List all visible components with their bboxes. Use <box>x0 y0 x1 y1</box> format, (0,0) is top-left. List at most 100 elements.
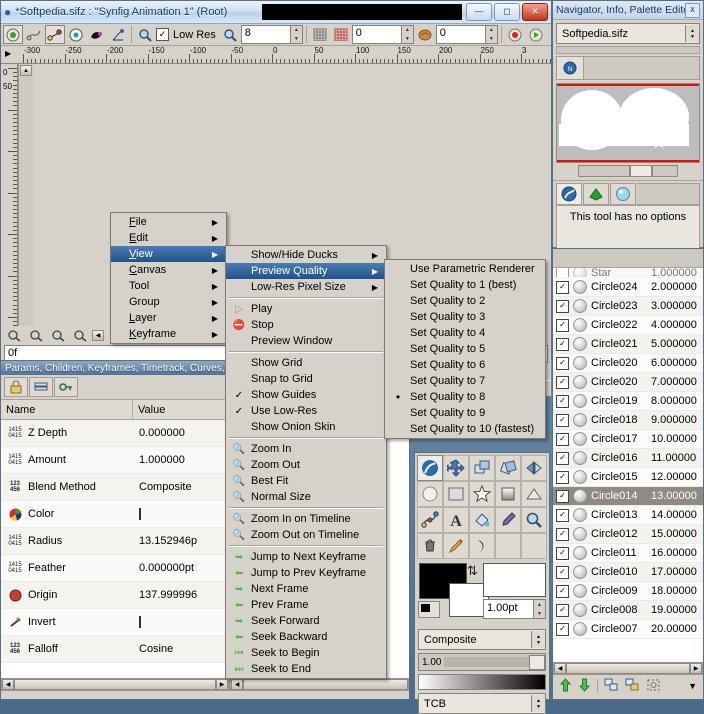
params-column-headers[interactable]: Name Value <box>1 400 229 420</box>
menu-item[interactable]: ➡ Seek Backward <box>226 629 386 645</box>
layer-row[interactable]: ✓ Circle021 5.000000 <box>553 335 703 354</box>
toggle-grid-icon[interactable] <box>108 25 128 44</box>
gradient-icon[interactable] <box>583 183 609 205</box>
menu-item[interactable]: ➡ Jump to Prev Keyframe <box>226 565 386 581</box>
onion-value-spinner[interactable]: 0 ▲ ▼ <box>435 25 498 44</box>
layer-visibility-checkbox[interactable]: ✓ <box>556 565 569 579</box>
layer-visibility-checkbox[interactable]: ✓ <box>556 299 569 313</box>
menu-item[interactable]: Tool ▶ <box>111 278 226 294</box>
ruler-corner-arrow-icon[interactable]: ▶ <box>5 49 11 58</box>
menu-item[interactable]: 🔍 Zoom Out on Timeline <box>226 527 386 543</box>
layer-visibility-checkbox[interactable]: ✓ <box>556 280 569 294</box>
opacity-slider[interactable]: 1.00 <box>418 653 546 671</box>
window-controls[interactable]: — ◻ ✕ <box>466 3 548 21</box>
param-name-cell[interactable]: 1415 0415 Feather <box>1 561 133 575</box>
navigator-thumbnail[interactable] <box>556 83 700 163</box>
layer-row[interactable]: ✓ Circle009 18.00000 <box>553 582 703 601</box>
text-tool-icon[interactable]: A <box>443 507 469 533</box>
menu-item[interactable]: Edit ▶ <box>111 230 226 246</box>
menu-item[interactable]: ▷ Play <box>226 301 386 317</box>
layer-visibility-checkbox[interactable]: ✓ <box>556 584 569 598</box>
gradient-preview[interactable] <box>418 674 546 690</box>
brush-size-arrows[interactable]: ▲ ▼ <box>533 600 545 618</box>
preview-icon[interactable] <box>24 25 44 44</box>
navigator-scroll-thumb[interactable] <box>630 165 652 177</box>
menu-item[interactable]: Set Quality to 1 (best) <box>385 277 545 293</box>
layer-row[interactable]: ✓ Circle014 13.00000 <box>553 487 703 506</box>
submenu-view[interactable]: Show/Hide Ducks ▶ Preview Quality ▶ Low-Res … <box>225 245 387 679</box>
menu-item[interactable]: 🔍 Normal Size <box>226 489 386 505</box>
param-value-cell[interactable]: Cosine <box>133 643 229 655</box>
param-name-cell[interactable]: 1415 0415 Radius <box>1 534 133 548</box>
param-row[interactable]: Origin 137.999996 <box>1 582 229 609</box>
layer-visibility-checkbox[interactable]: ✓ <box>556 356 569 370</box>
param-name-cell[interactable]: Color <box>1 507 133 521</box>
group-layer-icon[interactable] <box>604 678 619 695</box>
param-value[interactable]: 13.152946p <box>139 535 197 547</box>
blend-method-arrows[interactable]: ▲ ▼ <box>531 631 545 648</box>
menu-item[interactable]: Set Quality to 5 <box>385 341 545 357</box>
menu-item[interactable]: ✓ Use Low-Res <box>226 403 386 419</box>
canvas-titlebar[interactable]: ● *Softpedia.sifz : "Synfig Animation 1"… <box>1 1 551 24</box>
interpolation-select[interactable]: TCB ▲ ▼ <box>418 693 546 714</box>
toggle-background-icon[interactable] <box>87 25 107 44</box>
grid-value-spinner[interactable]: 0 ▲ ▼ <box>351 25 414 44</box>
zoom-bar-scroll-left[interactable]: ◀ <box>92 329 104 341</box>
layer-visibility-checkbox[interactable]: ✓ <box>556 470 569 484</box>
menu-item[interactable]: File ▶ <box>111 214 226 230</box>
layer-row[interactable]: ✓ Circle013 14.00000 <box>553 506 703 525</box>
layer-visibility-checkbox[interactable]: ✓ <box>556 413 569 427</box>
zoom-in-icon[interactable] <box>4 325 24 345</box>
param-value-cell[interactable]: 0.000000 <box>133 427 229 439</box>
param-row[interactable]: Invert <box>1 609 229 636</box>
menu-item[interactable]: ➡ Jump to Next Keyframe <box>226 549 386 565</box>
duplicate-layer-icon[interactable] <box>625 678 640 695</box>
layer-visibility-checkbox[interactable]: ✓ <box>556 622 569 636</box>
layer-visibility-checkbox[interactable]: ✓ <box>556 451 569 465</box>
layer-visibility-checkbox[interactable]: ✓ <box>556 337 569 351</box>
layer-visibility-checkbox[interactable]: ✓ <box>556 603 569 617</box>
zoom-out-icon[interactable] <box>26 325 46 345</box>
record-icon[interactable] <box>504 25 525 44</box>
layer-row[interactable]: ✓ Circle020 6.000000 <box>553 354 703 373</box>
layer-row[interactable]: ✓ Circle012 15.00000 <box>553 525 703 544</box>
navigator-tabstrip[interactable] <box>584 56 700 80</box>
onion-skin-icon[interactable] <box>414 25 435 44</box>
menu-item[interactable]: Preview Window <box>226 333 386 349</box>
layers-list[interactable]: Star 1.000000 ✓ Circle024 2.000000 ✓ Circle023… <box>553 268 703 662</box>
menu-item[interactable]: 🔍 Zoom In <box>226 441 386 457</box>
menu-item[interactable]: 🔍 Zoom Out <box>226 457 386 473</box>
low-res-value[interactable]: 8 <box>241 26 290 43</box>
select-all-icon[interactable] <box>646 678 661 695</box>
menu-item[interactable]: Show Grid <box>226 355 386 371</box>
layers-hscrollbar[interactable]: ◀ ▶ <box>553 662 703 675</box>
menu-item[interactable]: Set Quality to 6 <box>385 357 545 373</box>
zoom-normal-icon[interactable] <box>70 325 90 345</box>
timetrack-scroll-left[interactable]: ◀ <box>231 679 243 690</box>
param-name-cell[interactable]: 1415 0415 Amount <box>1 453 133 467</box>
layer-row[interactable]: ✓ Circle024 2.000000 <box>553 278 703 297</box>
reset-colors-icon[interactable] <box>418 601 440 618</box>
key-icon[interactable] <box>54 377 78 397</box>
rectangle-tool-icon[interactable] <box>443 481 469 507</box>
onion-value[interactable]: 0 <box>436 26 485 43</box>
menu-item[interactable]: ⛔ Stop <box>226 317 386 333</box>
minimize-button[interactable]: — <box>466 3 492 21</box>
interpolation-arrows[interactable]: ▲ ▼ <box>531 695 545 712</box>
grid-value[interactable]: 0 <box>352 26 401 43</box>
param-name-cell[interactable]: 123 456 Falloff <box>1 642 133 656</box>
param-value[interactable]: 1.000000 <box>139 454 185 466</box>
circle-tool-icon[interactable] <box>417 481 443 507</box>
layers-column-header[interactable] <box>553 249 703 268</box>
menu-item[interactable]: Set Quality to 7 <box>385 373 545 389</box>
menu-item[interactable]: Set Quality to 10 (fastest) <box>385 421 545 437</box>
layer-visibility-checkbox[interactable]: ✓ <box>556 489 569 503</box>
params-scroll-left[interactable]: ◀ <box>2 679 14 690</box>
layer-row[interactable]: ✓ Circle018 9.000000 <box>553 411 703 430</box>
menu-item[interactable]: Show/Hide Ducks ▶ <box>226 247 386 263</box>
params-hscrollbar[interactable]: ◀ ▶ <box>1 678 229 691</box>
width-tool-icon[interactable] <box>469 533 495 559</box>
params-toolbar[interactable] <box>1 375 229 400</box>
timetrack-hscrollbar[interactable]: ◀ <box>230 678 409 691</box>
brush-size-value[interactable]: 1.00pt <box>484 600 533 618</box>
